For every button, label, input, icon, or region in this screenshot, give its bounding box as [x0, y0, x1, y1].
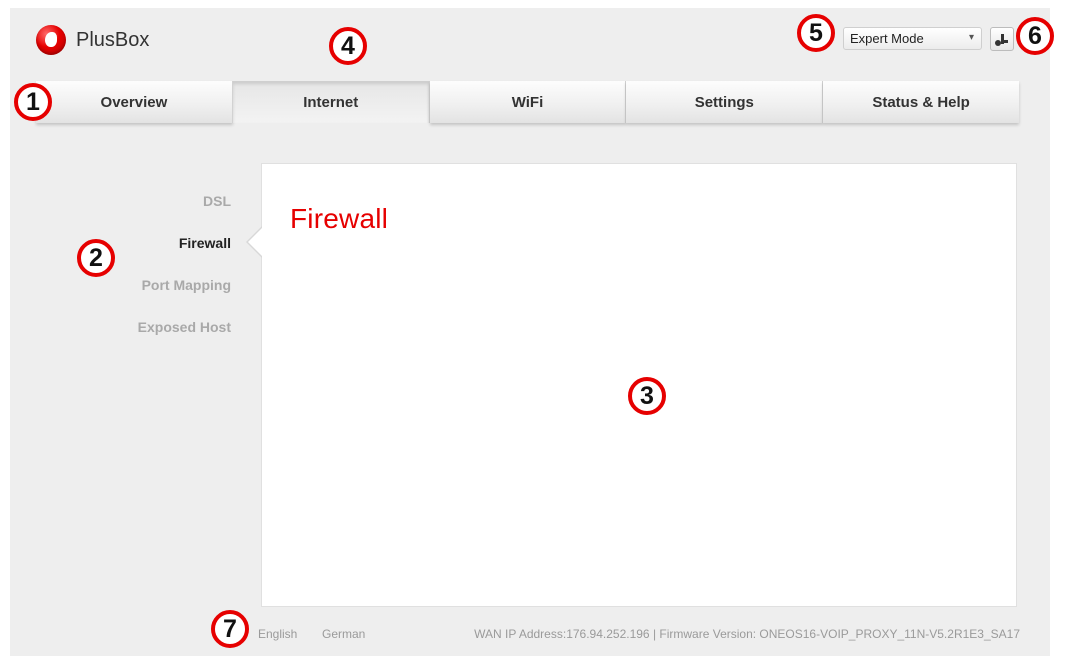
- tab-status-help[interactable]: Status & Help: [823, 81, 1019, 123]
- panel-pointer-fill: [248, 227, 263, 257]
- tab-internet[interactable]: Internet: [232, 81, 430, 123]
- mode-select[interactable]: Expert Mode ▾: [843, 27, 982, 50]
- chevron-down-icon: ▾: [968, 32, 974, 43]
- vodafone-logo-icon: [36, 25, 66, 55]
- callout-2: 2: [77, 239, 115, 277]
- mode-select-value: Expert Mode: [850, 31, 924, 46]
- sidebar-item-exposed-host[interactable]: Exposed Host: [60, 306, 231, 348]
- tab-wifi[interactable]: WiFi: [429, 81, 627, 123]
- app-logo: PlusBox: [36, 25, 149, 55]
- tab-settings[interactable]: Settings: [626, 81, 824, 123]
- footer-info: WAN IP Address:176.94.252.196 | Firmware…: [474, 627, 1020, 641]
- main-navigation: Overview Internet WiFi Settings Status &…: [36, 81, 1019, 123]
- page-title: Firewall: [290, 203, 389, 234]
- app-name: PlusBox: [76, 28, 150, 51]
- tab-overview[interactable]: Overview: [36, 81, 233, 123]
- sidebar-item-dsl[interactable]: DSL: [60, 180, 231, 222]
- callout-1: 1: [14, 83, 52, 121]
- callout-7: 7: [211, 610, 249, 648]
- callout-6: 6: [1016, 17, 1054, 55]
- callout-4: 4: [329, 27, 367, 65]
- logout-icon: [995, 34, 1008, 46]
- language-english-link[interactable]: English: [258, 627, 297, 641]
- callout-3: 3: [628, 377, 666, 415]
- language-german-link[interactable]: German: [322, 627, 365, 641]
- logout-button[interactable]: [990, 27, 1014, 51]
- callout-5: 5: [797, 14, 835, 52]
